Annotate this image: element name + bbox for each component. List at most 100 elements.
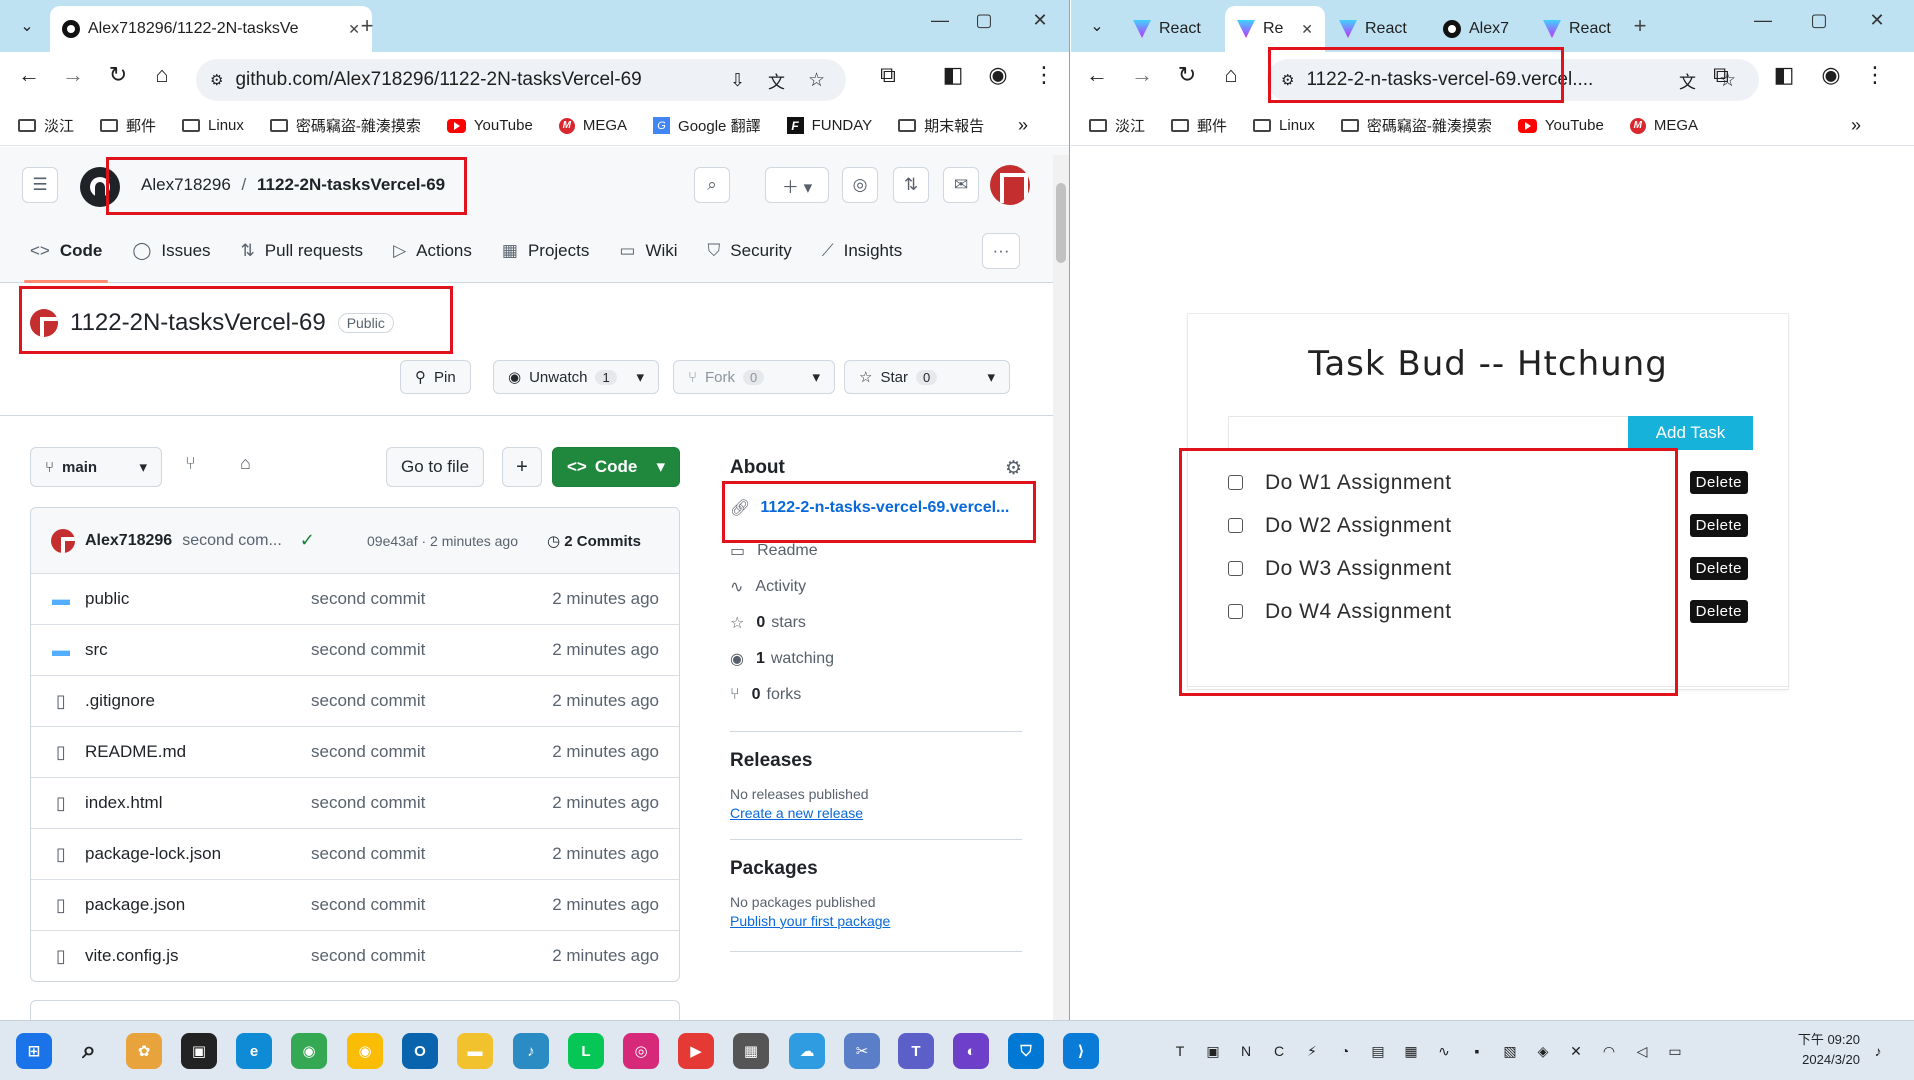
extensions-icon[interactable]: ⧉ <box>870 62 906 88</box>
unwatch-button[interactable]: ◉ Unwatch 1 ▾ <box>493 360 659 394</box>
bookmark-final-report[interactable]: 期末報告 <box>898 115 984 136</box>
translate-icon[interactable]: 文 <box>1679 68 1696 93</box>
tab-search-chevron-icon[interactable]: ⌄ <box>1080 9 1114 43</box>
commit-sha-time[interactable]: 09e43af · 2 minutes ago <box>367 533 518 549</box>
chrome-icon[interactable]: ◉ <box>291 1033 327 1069</box>
tray-icon[interactable]: C <box>1269 1041 1289 1061</box>
file-row[interactable]: ▯ package.json second commit 2 minutes ago <box>31 879 679 930</box>
close-window-button[interactable]: ✕ <box>1855 10 1899 31</box>
forward-icon[interactable]: → <box>1124 62 1160 88</box>
breadcrumb-owner[interactable]: Alex718296 <box>141 175 231 194</box>
file-row[interactable]: ▯ index.html second commit 2 minutes ago <box>31 777 679 828</box>
instagram-icon[interactable]: ◎ <box>623 1033 659 1069</box>
tray-icon[interactable]: ▦ <box>1401 1041 1421 1061</box>
delete-button[interactable]: Delete <box>1689 514 1748 537</box>
tray-icon[interactable]: ◠ <box>1599 1041 1619 1061</box>
home-icon[interactable]: ⌂ <box>144 62 180 88</box>
tray-icon[interactable]: ▣ <box>1203 1041 1223 1061</box>
tray-icon[interactable]: ⚡ <box>1302 1041 1322 1061</box>
tab-security[interactable]: ⛉ Security <box>708 219 792 283</box>
vscode-icon[interactable]: ⟩ <box>1063 1033 1099 1069</box>
tab-search-chevron-icon[interactable]: ⌄ <box>10 9 44 43</box>
scrollbar-thumb[interactable] <box>1056 183 1066 263</box>
bookmark-password[interactable]: 密碼竊盜-雜湊摸索 <box>269 115 421 136</box>
task-input[interactable] <box>1228 416 1628 450</box>
pin-button[interactable]: ⚲ Pin <box>400 360 471 394</box>
tray-icon[interactable]: T <box>1170 1041 1190 1061</box>
calculator-icon[interactable]: ▦ <box>733 1033 769 1069</box>
breadcrumb-repo[interactable]: 1122-2N-tasksVercel-69 <box>257 175 445 194</box>
add-file-button[interactable]: + <box>502 447 542 487</box>
bookmark-password[interactable]: 密碼竊盜-雜湊摸索 <box>1340 115 1492 136</box>
reload-icon[interactable]: ↻ <box>100 62 136 88</box>
bookmark-mega[interactable]: M MEGA <box>1629 117 1698 134</box>
file-commit-message[interactable]: second commit <box>311 691 425 711</box>
bookmark-linux[interactable]: Linux <box>1253 117 1315 134</box>
tray-icon[interactable]: ▭ <box>1665 1041 1685 1061</box>
media-player-icon[interactable]: ▶ <box>678 1033 714 1069</box>
close-window-button[interactable]: ✕ <box>1018 10 1062 31</box>
gear-icon[interactable]: ⚙ <box>1005 457 1022 480</box>
start-icon[interactable]: ⊞ <box>16 1033 52 1069</box>
branches-icon[interactable]: ⑂ <box>185 453 196 474</box>
notification-bell-icon[interactable]: ♪ <box>1868 1041 1888 1061</box>
bookmarks-more-icon[interactable]: » <box>1851 115 1861 136</box>
file-commit-message[interactable]: second commit <box>311 895 425 915</box>
back-icon[interactable]: ← <box>1079 62 1115 88</box>
reload-icon[interactable]: ↻ <box>1169 62 1205 88</box>
tray-icon[interactable]: ✕ <box>1566 1041 1586 1061</box>
defender-icon[interactable]: ⛉ <box>1008 1033 1044 1069</box>
file-row[interactable]: ▯ .gitignore second commit 2 minutes ago <box>31 675 679 726</box>
watching-row[interactable]: ◉ 1 watching <box>730 641 1022 677</box>
commit-author[interactable]: Alex718296 <box>85 532 172 550</box>
bookmark-funday[interactable]: F FUNDAY <box>786 117 872 134</box>
side-panel-icon[interactable]: ◧ <box>1766 62 1802 88</box>
commits-link[interactable]: ◷ 2 Commits <box>547 532 641 550</box>
tags-icon[interactable]: ⌂ <box>240 453 251 474</box>
star-button[interactable]: ☆ Star 0 ▾ <box>844 360 1010 394</box>
github-desktop-icon[interactable]: ◐ <box>953 1033 989 1069</box>
create-new-button[interactable]: ＋ ▾ <box>765 167 829 203</box>
tray-icon[interactable]: ◔ <box>1335 1041 1355 1061</box>
file-commit-message[interactable]: second commit <box>311 946 425 966</box>
packages-heading[interactable]: Packages <box>730 858 1022 880</box>
file-name[interactable]: public <box>85 589 129 609</box>
file-name[interactable]: vite.config.js <box>85 946 179 966</box>
bookmark-mail[interactable]: 郵件 <box>100 115 156 136</box>
page-scrollbar[interactable] <box>1053 155 1069 1020</box>
file-name[interactable]: package-lock.json <box>85 844 221 864</box>
branch-selector[interactable]: ⑂ main ▾ <box>30 447 162 487</box>
add-task-button[interactable]: Add Task <box>1628 416 1753 450</box>
file-commit-message[interactable]: second commit <box>311 742 425 762</box>
chrome-profile-icon[interactable]: ◉ <box>347 1033 383 1069</box>
go-to-file-button[interactable]: Go to file <box>386 447 485 487</box>
create-release-link[interactable]: Create a new release <box>730 805 1022 821</box>
file-commit-message[interactable]: second commit <box>311 640 425 660</box>
file-name[interactable]: src <box>85 640 108 660</box>
file-row[interactable]: ▯ vite.config.js second commit 2 minutes ag… <box>31 930 679 981</box>
bookmark-youtube[interactable]: YouTube <box>446 117 533 134</box>
tray-icon[interactable]: ▪ <box>1467 1041 1487 1061</box>
fork-button[interactable]: ⑂ Fork 0 ▾ <box>673 360 835 394</box>
file-row[interactable]: ▬ public second commit 2 minutes ago <box>31 573 679 624</box>
tab-1[interactable]: React <box>1121 6 1217 52</box>
snipping-icon[interactable]: ✂ <box>844 1033 880 1069</box>
minimize-button[interactable]: — <box>918 10 962 31</box>
tab-projects[interactable]: ▦ Projects <box>502 219 589 283</box>
outlook-icon[interactable]: O <box>402 1033 438 1069</box>
chevron-down-icon[interactable]: ▾ <box>987 368 995 386</box>
site-info-icon[interactable]: ⚙ <box>210 71 223 89</box>
bookmark-mega[interactable]: M MEGA <box>558 117 627 134</box>
edge-icon[interactable]: e <box>236 1033 272 1069</box>
tab-close-icon[interactable]: ✕ <box>1301 21 1313 38</box>
bookmark-youtube[interactable]: YouTube <box>1517 117 1604 134</box>
bookmark-tamkang[interactable]: 淡江 <box>18 115 74 136</box>
publish-package-link[interactable]: Publish your first package <box>730 913 1022 929</box>
site-info-icon[interactable]: ⚙ <box>1281 71 1294 89</box>
tray-icon[interactable]: ◁ <box>1632 1041 1652 1061</box>
tray-icon[interactable]: ▤ <box>1368 1041 1388 1061</box>
tab-issues[interactable]: ◯ Issues <box>132 219 210 283</box>
task-checkbox[interactable] <box>1228 604 1243 619</box>
clock[interactable]: 下午 09:20 2024/3/20 <box>1784 1030 1860 1070</box>
minimize-button[interactable]: — <box>1741 10 1785 31</box>
